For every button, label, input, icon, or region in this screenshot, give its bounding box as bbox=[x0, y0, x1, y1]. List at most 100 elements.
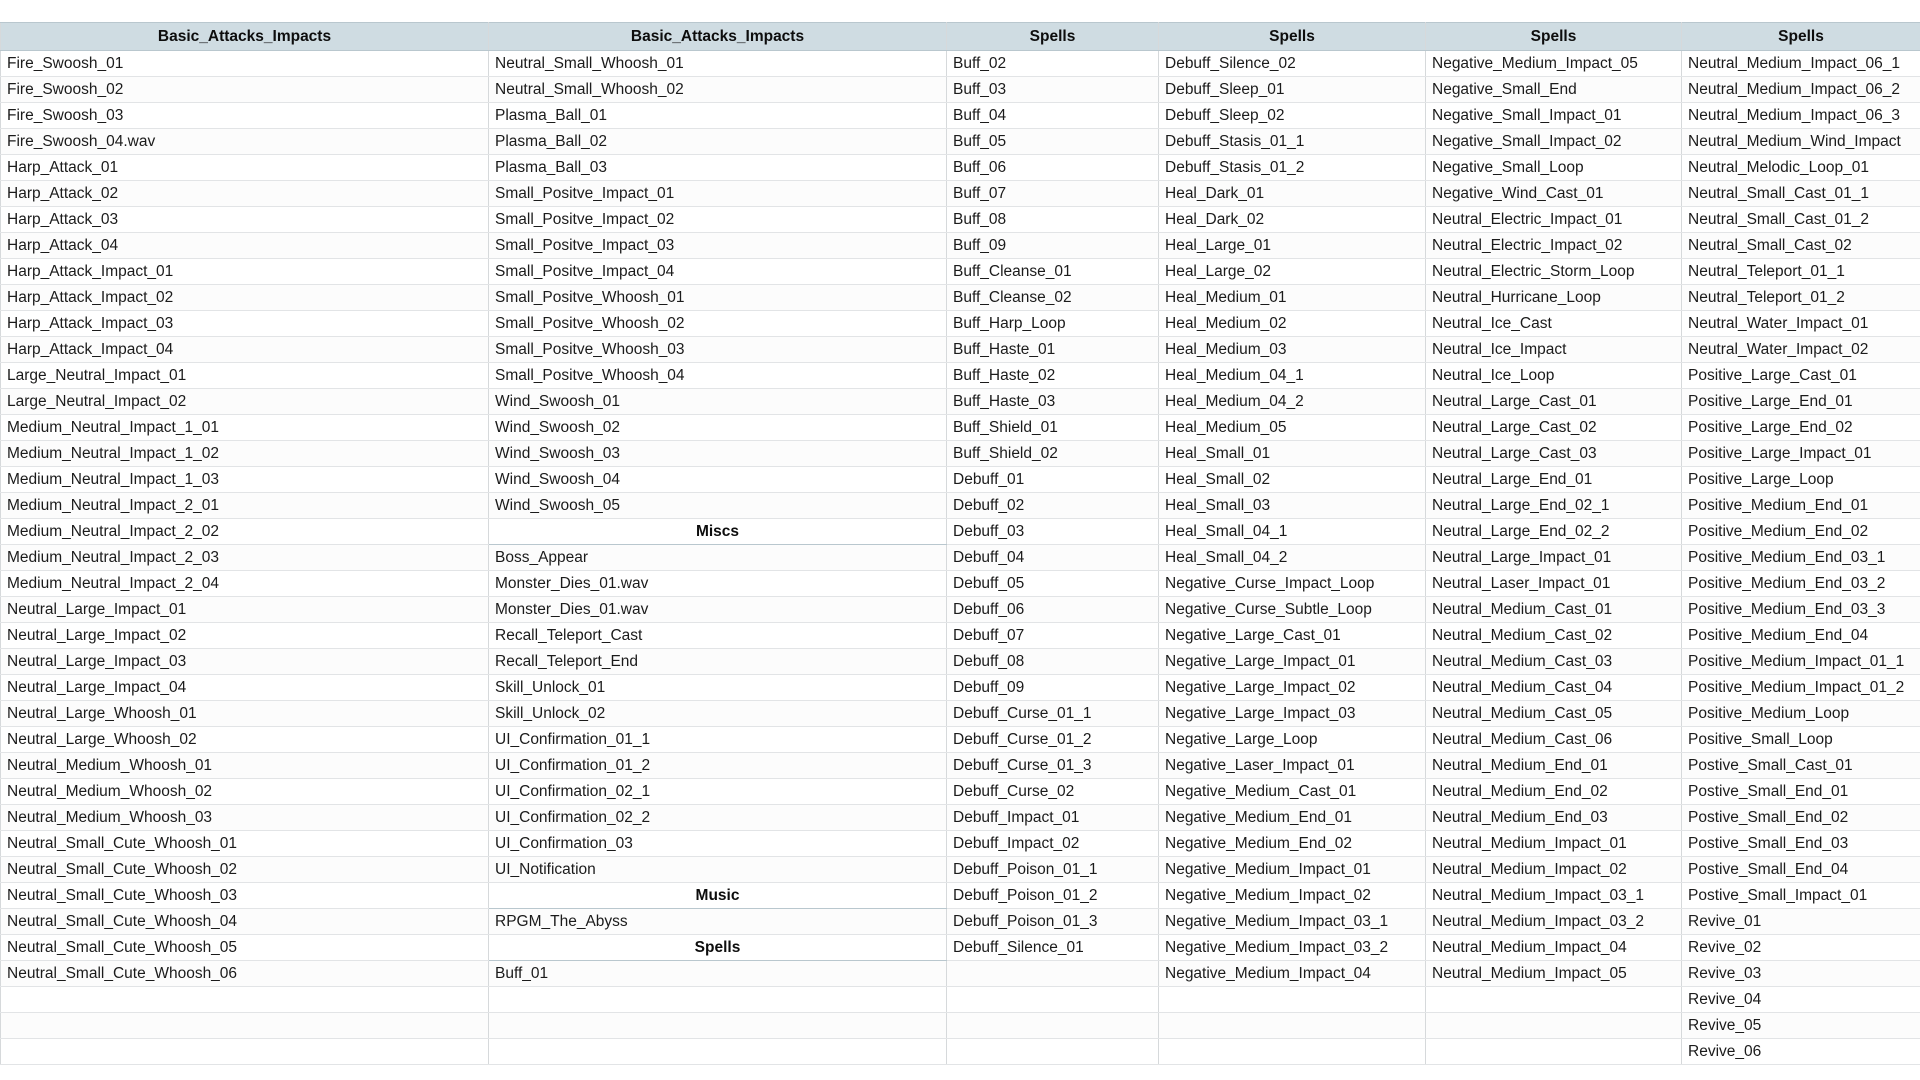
asset-cell[interactable]: Neutral_Melodic_Loop_01 bbox=[1681, 154, 1920, 181]
asset-cell[interactable]: Medium_Neutral_Impact_1_03 bbox=[0, 466, 489, 493]
asset-cell[interactable]: Medium_Neutral_Impact_2_02 bbox=[0, 518, 489, 545]
asset-cell[interactable]: Harp_Attack_Impact_03 bbox=[0, 310, 489, 337]
asset-cell[interactable]: Neutral_Small_Cute_Whoosh_01 bbox=[0, 830, 489, 857]
asset-cell[interactable]: Heal_Medium_04_1 bbox=[1158, 362, 1426, 389]
asset-cell[interactable]: Heal_Large_02 bbox=[1158, 258, 1426, 285]
asset-cell[interactable]: Debuff_Poison_01_2 bbox=[946, 882, 1159, 909]
asset-cell[interactable]: Plasma_Ball_02 bbox=[488, 128, 947, 155]
asset-cell[interactable]: Debuff_04 bbox=[946, 544, 1159, 571]
asset-cell[interactable]: Revive_06 bbox=[1681, 1038, 1920, 1065]
asset-cell[interactable]: Neutral_Medium_Impact_06_3 bbox=[1681, 102, 1920, 129]
section-header-cell[interactable]: Music bbox=[488, 882, 947, 909]
asset-cell[interactable]: Buff_Shield_02 bbox=[946, 440, 1159, 467]
asset-cell[interactable]: Neutral_Large_End_01 bbox=[1425, 466, 1682, 493]
asset-cell[interactable]: UI_Notification bbox=[488, 856, 947, 883]
asset-cell[interactable]: Monster_Dies_01.wav bbox=[488, 570, 947, 597]
asset-cell[interactable]: Neutral_Medium_Cast_06 bbox=[1425, 726, 1682, 753]
asset-cell[interactable]: Large_Neutral_Impact_02 bbox=[0, 388, 489, 415]
empty-cell[interactable] bbox=[946, 1012, 1159, 1039]
asset-cell[interactable]: Postive_Small_End_01 bbox=[1681, 778, 1920, 805]
asset-cell[interactable]: Heal_Large_01 bbox=[1158, 232, 1426, 259]
asset-cell[interactable]: Neutral_Teleport_01_1 bbox=[1681, 258, 1920, 285]
asset-cell[interactable]: Positive_Medium_End_01 bbox=[1681, 492, 1920, 519]
section-header-cell[interactable]: Miscs bbox=[488, 518, 947, 545]
asset-cell[interactable]: Neutral_Large_Impact_01 bbox=[1425, 544, 1682, 571]
asset-cell[interactable]: Heal_Small_04_2 bbox=[1158, 544, 1426, 571]
asset-cell[interactable]: Harp_Attack_Impact_01 bbox=[0, 258, 489, 285]
asset-cell[interactable]: Negative_Small_Loop bbox=[1425, 154, 1682, 181]
asset-cell[interactable]: Wind_Swoosh_01 bbox=[488, 388, 947, 415]
asset-cell[interactable]: Neutral_Electric_Storm_Loop bbox=[1425, 258, 1682, 285]
asset-cell[interactable]: Positive_Large_End_01 bbox=[1681, 388, 1920, 415]
asset-cell[interactable]: Debuff_Sleep_01 bbox=[1158, 76, 1426, 103]
asset-cell[interactable]: Negative_Medium_Impact_03_1 bbox=[1158, 908, 1426, 935]
column-header-0[interactable]: Basic_Attacks_Impacts bbox=[0, 22, 489, 51]
asset-cell[interactable]: Negative_Large_Loop bbox=[1158, 726, 1426, 753]
asset-cell[interactable]: Plasma_Ball_03 bbox=[488, 154, 947, 181]
asset-cell[interactable]: Neutral_Medium_Whoosh_03 bbox=[0, 804, 489, 831]
asset-cell[interactable]: Debuff_Stasis_01_1 bbox=[1158, 128, 1426, 155]
asset-cell[interactable]: Debuff_Curse_02 bbox=[946, 778, 1159, 805]
asset-cell[interactable]: Revive_03 bbox=[1681, 960, 1920, 987]
asset-cell[interactable]: UI_Confirmation_03 bbox=[488, 830, 947, 857]
asset-cell[interactable]: Positive_Large_Loop bbox=[1681, 466, 1920, 493]
asset-cell[interactable]: Fire_Swoosh_01 bbox=[0, 50, 489, 77]
asset-cell[interactable]: Positive_Medium_End_03_1 bbox=[1681, 544, 1920, 571]
asset-cell[interactable]: Positive_Large_Cast_01 bbox=[1681, 362, 1920, 389]
asset-cell[interactable]: Neutral_Medium_Cast_01 bbox=[1425, 596, 1682, 623]
asset-cell[interactable]: Neutral_Medium_Impact_02 bbox=[1425, 856, 1682, 883]
asset-cell[interactable]: Harp_Attack_02 bbox=[0, 180, 489, 207]
asset-cell[interactable]: Debuff_Silence_02 bbox=[1158, 50, 1426, 77]
asset-cell[interactable]: Neutral_Small_Cute_Whoosh_04 bbox=[0, 908, 489, 935]
asset-cell[interactable]: Revive_02 bbox=[1681, 934, 1920, 961]
asset-cell[interactable]: Negative_Medium_Impact_05 bbox=[1425, 50, 1682, 77]
asset-cell[interactable]: Revive_04 bbox=[1681, 986, 1920, 1013]
asset-cell[interactable]: Negative_Small_Impact_02 bbox=[1425, 128, 1682, 155]
asset-cell[interactable]: Neutral_Electric_Impact_01 bbox=[1425, 206, 1682, 233]
asset-cell[interactable]: Positive_Medium_Loop bbox=[1681, 700, 1920, 727]
asset-cell[interactable]: Buff_06 bbox=[946, 154, 1159, 181]
asset-cell[interactable]: Neutral_Small_Cute_Whoosh_02 bbox=[0, 856, 489, 883]
asset-cell[interactable]: Negative_Wind_Cast_01 bbox=[1425, 180, 1682, 207]
asset-cell[interactable]: Neutral_Medium_End_03 bbox=[1425, 804, 1682, 831]
asset-cell[interactable]: Medium_Neutral_Impact_1_02 bbox=[0, 440, 489, 467]
asset-cell[interactable]: Debuff_Curse_01_2 bbox=[946, 726, 1159, 753]
asset-cell[interactable]: Debuff_Curse_01_3 bbox=[946, 752, 1159, 779]
asset-cell[interactable]: Neutral_Large_Whoosh_01 bbox=[0, 700, 489, 727]
asset-cell[interactable]: Skill_Unlock_01 bbox=[488, 674, 947, 701]
asset-cell[interactable]: Harp_Attack_04 bbox=[0, 232, 489, 259]
asset-cell[interactable]: Medium_Neutral_Impact_2_03 bbox=[0, 544, 489, 571]
asset-cell[interactable]: Negative_Medium_Cast_01 bbox=[1158, 778, 1426, 805]
asset-cell[interactable]: Small_Positve_Impact_01 bbox=[488, 180, 947, 207]
asset-cell[interactable]: Negative_Medium_Impact_02 bbox=[1158, 882, 1426, 909]
asset-cell[interactable]: Fire_Swoosh_02 bbox=[0, 76, 489, 103]
asset-cell[interactable]: Positive_Medium_Impact_01_2 bbox=[1681, 674, 1920, 701]
column-header-2[interactable]: Spells bbox=[946, 22, 1159, 51]
empty-cell[interactable] bbox=[946, 986, 1159, 1013]
asset-cell[interactable]: Neutral_Small_Cast_01_1 bbox=[1681, 180, 1920, 207]
asset-cell[interactable]: Harp_Attack_01 bbox=[0, 154, 489, 181]
asset-cell[interactable]: Positive_Medium_End_04 bbox=[1681, 622, 1920, 649]
asset-cell[interactable]: Small_Positve_Whoosh_04 bbox=[488, 362, 947, 389]
asset-cell[interactable]: Negative_Curse_Impact_Loop bbox=[1158, 570, 1426, 597]
asset-cell[interactable]: Negative_Medium_Impact_04 bbox=[1158, 960, 1426, 987]
empty-cell[interactable] bbox=[1425, 986, 1682, 1013]
asset-cell[interactable]: UI_Confirmation_01_2 bbox=[488, 752, 947, 779]
asset-cell[interactable]: Neutral_Medium_Whoosh_02 bbox=[0, 778, 489, 805]
asset-cell[interactable]: Buff_Harp_Loop bbox=[946, 310, 1159, 337]
asset-cell[interactable]: Buff_07 bbox=[946, 180, 1159, 207]
asset-cell[interactable]: Neutral_Large_Cast_01 bbox=[1425, 388, 1682, 415]
asset-cell[interactable]: Neutral_Large_Whoosh_02 bbox=[0, 726, 489, 753]
asset-cell[interactable]: Harp_Attack_Impact_02 bbox=[0, 284, 489, 311]
asset-cell[interactable]: Debuff_Poison_01_3 bbox=[946, 908, 1159, 935]
asset-cell[interactable]: Neutral_Large_Cast_02 bbox=[1425, 414, 1682, 441]
asset-cell[interactable]: Small_Positve_Impact_03 bbox=[488, 232, 947, 259]
asset-cell[interactable]: Neutral_Small_Cute_Whoosh_05 bbox=[0, 934, 489, 961]
empty-cell[interactable] bbox=[488, 986, 947, 1013]
asset-cell[interactable]: Neutral_Large_End_02_2 bbox=[1425, 518, 1682, 545]
asset-cell[interactable]: Buff_Cleanse_02 bbox=[946, 284, 1159, 311]
asset-cell[interactable]: Neutral_Small_Cast_01_2 bbox=[1681, 206, 1920, 233]
section-header-cell[interactable]: Spells bbox=[488, 934, 947, 961]
asset-cell[interactable]: Wind_Swoosh_02 bbox=[488, 414, 947, 441]
empty-cell[interactable] bbox=[0, 1038, 489, 1065]
